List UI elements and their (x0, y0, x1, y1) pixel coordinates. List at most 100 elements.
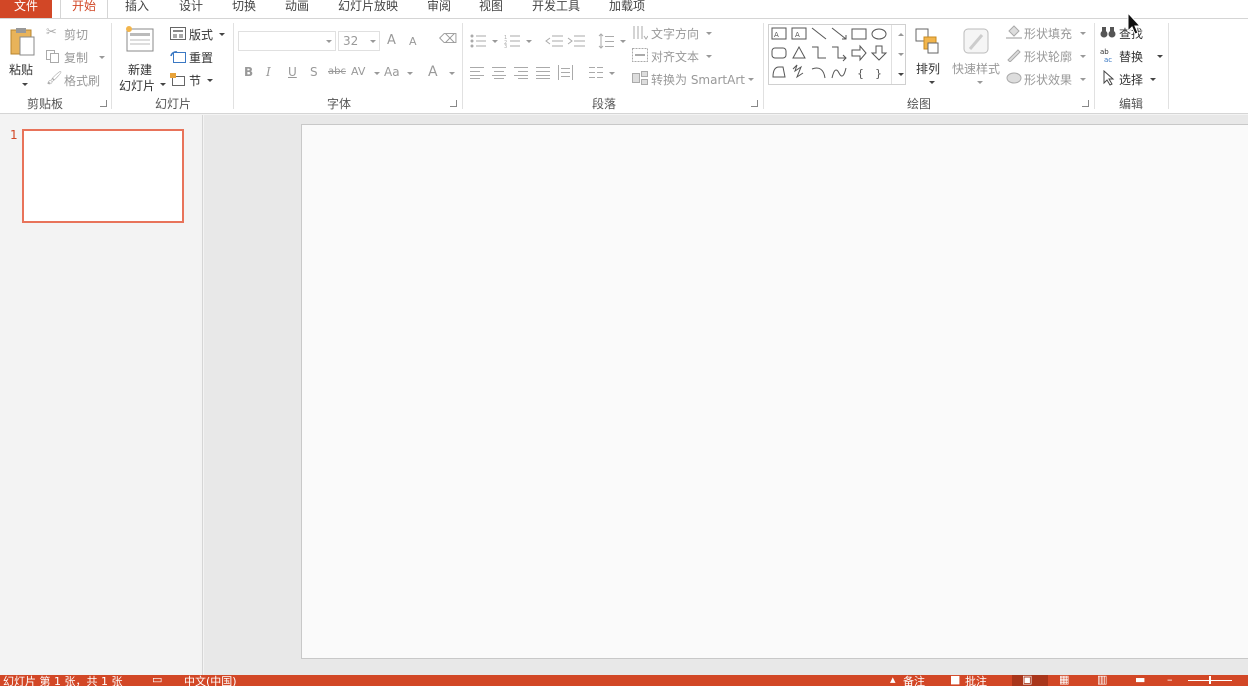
columns-icon[interactable] (589, 67, 603, 79)
increase-indent-icon[interactable] (567, 34, 585, 48)
gallery-scroll-up-icon[interactable] (898, 33, 904, 36)
slide-count-status: 幻灯片 第 1 张，共 1 张 (3, 675, 123, 686)
slideshow-view-icon[interactable]: ▬ (1135, 675, 1145, 686)
slide-sorter-view-icon[interactable]: ▦ (1059, 675, 1069, 686)
tab-addins[interactable]: 加载项 (602, 0, 652, 18)
slide-canvas[interactable] (301, 124, 1248, 659)
tab-insert[interactable]: 插入 (118, 0, 156, 18)
language-status[interactable]: 中文(中国) (184, 675, 237, 686)
paste-button[interactable]: 粘贴 (4, 23, 40, 93)
tab-slideshow[interactable]: 幻灯片放映 (332, 0, 404, 18)
layout-label: 版式 (189, 28, 214, 42)
cut-button[interactable]: ✂ 剪切 (46, 25, 106, 43)
notes-button[interactable]: 备注 (903, 675, 925, 686)
group-separator (233, 23, 234, 109)
underline-button[interactable]: U (288, 65, 297, 79)
decrease-indent-icon[interactable] (545, 34, 563, 48)
gallery-scroll-down-icon[interactable] (898, 53, 904, 56)
change-case-button[interactable]: Aa (384, 65, 400, 79)
align-right-icon[interactable] (514, 67, 529, 79)
format-painter-label: 格式刷 (64, 74, 101, 88)
section-button[interactable]: 节 (170, 71, 230, 89)
new-slide-button[interactable]: 新建 幻灯片 (116, 23, 166, 93)
quick-styles-button[interactable]: 快速样式 (950, 25, 1002, 93)
status-bar: 幻灯片 第 1 张，共 1 张 ▭ 中文(中国) ▴ 备注 ■ 批注 ▣ ▦ ▥… (0, 675, 1248, 686)
pencil-icon (1007, 49, 1021, 62)
drawing-dialog-launcher[interactable] (1082, 100, 1089, 107)
align-text-button[interactable]: 对齐文本 (632, 47, 722, 65)
replace-button[interactable]: ab ac 替换 (1100, 47, 1164, 65)
slide-thumbnail[interactable] (22, 129, 184, 223)
mouse-pointer-icon (1127, 12, 1142, 35)
distributed-icon[interactable] (558, 65, 573, 80)
format-painter-button[interactable]: 🖌 格式刷 (46, 71, 106, 89)
grow-font-button[interactable]: A (387, 33, 396, 48)
justify-icon[interactable] (536, 67, 551, 79)
layout-icon (170, 27, 186, 40)
slide-thumbnail-number: 1 (10, 128, 18, 142)
shrink-font-button[interactable]: A (409, 35, 417, 48)
normal-view-icon: ▣ (1022, 675, 1033, 686)
section-label: 节 (189, 74, 202, 88)
zoom-slider-thumb[interactable] (1209, 676, 1211, 684)
slide-thumbnail-pane[interactable]: 1 (0, 115, 203, 675)
text-direction-button[interactable]: 文字方向 (632, 24, 722, 42)
align-text-icon (632, 48, 648, 62)
strikethrough-button[interactable]: abc (328, 66, 346, 77)
tab-transitions[interactable]: 切换 (225, 0, 263, 18)
paragraph-dialog-launcher[interactable] (751, 100, 758, 107)
reset-button[interactable]: 重置 (170, 48, 230, 66)
section-dropdown-icon (207, 79, 213, 82)
group-separator (763, 23, 764, 109)
bold-button[interactable]: B (244, 65, 253, 79)
svg-text:{: { (857, 67, 864, 80)
shapes-gallery[interactable]: A A { } (768, 24, 906, 85)
clipboard-dialog-launcher[interactable] (100, 100, 107, 107)
italic-button[interactable]: I (266, 65, 271, 79)
align-left-icon[interactable] (470, 67, 485, 79)
shape-outline-button[interactable]: 形状轮廓 (1006, 47, 1088, 65)
align-center-icon[interactable] (492, 67, 507, 79)
font-color-button[interactable]: A (428, 64, 438, 80)
select-button[interactable]: 选择 (1100, 70, 1164, 88)
layout-button[interactable]: 版式 (170, 25, 230, 43)
shadow-button[interactable]: S (310, 65, 318, 79)
shapes-gallery-scrollbar[interactable] (891, 25, 905, 84)
line-spacing-icon[interactable] (598, 33, 614, 49)
copy-dropdown-icon (99, 56, 105, 59)
gallery-expand-icon[interactable] (898, 73, 904, 76)
zoom-out-icon[interactable]: – (1167, 675, 1173, 686)
ribbon-tab-bar: 文件 开始 插入 设计 切换 动画 幻灯片放映 审阅 视图 开发工具 加载项 (0, 0, 1248, 18)
font-size-combobox[interactable]: 32 (338, 31, 380, 51)
shape-outline-label: 形状轮廓 (1024, 50, 1073, 64)
font-dialog-launcher[interactable] (450, 100, 457, 107)
shape-effects-button[interactable]: 形状效果 (1006, 70, 1088, 88)
group-separator (111, 23, 112, 109)
arrange-dropdown-icon (929, 81, 935, 84)
shape-fill-dropdown-icon (1080, 32, 1086, 35)
cursor-arrow-icon (1103, 70, 1115, 86)
tab-home[interactable]: 开始 (60, 0, 108, 18)
clear-formatting-icon[interactable]: ⌫ (439, 32, 457, 47)
arrange-button[interactable]: 排列 (912, 25, 946, 93)
new-slide-label-line1: 新建 (128, 63, 153, 77)
tab-animations[interactable]: 动画 (278, 0, 316, 18)
tab-review[interactable]: 审阅 (420, 0, 458, 18)
bullets-icon[interactable] (470, 34, 486, 48)
tab-file[interactable]: 文件 (0, 0, 52, 18)
copy-button[interactable]: 复制 (46, 48, 106, 66)
comments-button[interactable]: 批注 (965, 675, 987, 686)
numbering-icon[interactable]: 123 (504, 34, 520, 48)
shape-fill-button[interactable]: 形状填充 (1006, 24, 1088, 42)
spell-check-icon[interactable]: ▭ (152, 675, 162, 686)
tab-view[interactable]: 视图 (472, 0, 510, 18)
tab-developer[interactable]: 开发工具 (526, 0, 586, 18)
tab-design[interactable]: 设计 (172, 0, 210, 18)
drawing-group-label: 绘图 (907, 97, 932, 111)
reading-view-icon[interactable]: ▥ (1097, 675, 1107, 686)
svg-text:}: } (875, 67, 882, 80)
new-slide-dropdown-icon (160, 83, 166, 86)
character-spacing-button[interactable]: AV (351, 65, 365, 78)
convert-to-smartart-button[interactable]: 转换为 SmartArt (632, 70, 754, 88)
font-name-combobox[interactable] (238, 31, 336, 51)
